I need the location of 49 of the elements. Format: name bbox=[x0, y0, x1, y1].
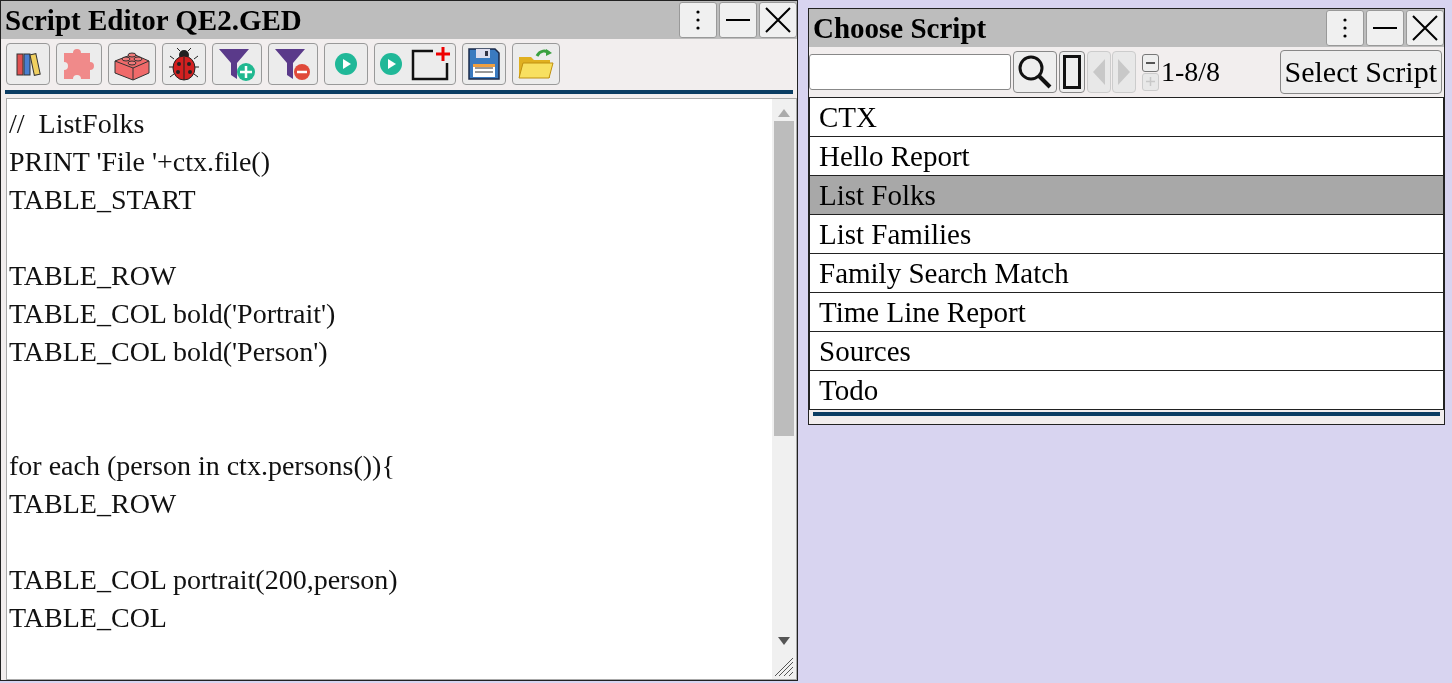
search-icon bbox=[1017, 54, 1053, 90]
save-button[interactable] bbox=[462, 43, 506, 85]
minus-icon bbox=[1146, 61, 1155, 64]
remove-filter-button[interactable] bbox=[268, 43, 318, 85]
scrollbar-thumb[interactable] bbox=[774, 121, 794, 436]
debug-button[interactable] bbox=[162, 43, 206, 85]
minimize-button[interactable] bbox=[719, 2, 757, 38]
brick-button[interactable] bbox=[108, 43, 156, 85]
rectangle-icon bbox=[1063, 55, 1081, 89]
minimize-button[interactable] bbox=[1366, 10, 1404, 46]
add-filter-button[interactable] bbox=[212, 43, 262, 85]
minimize-icon bbox=[726, 18, 750, 22]
filter-remove-icon bbox=[273, 46, 313, 82]
close-button[interactable] bbox=[759, 2, 797, 38]
script-list-item[interactable]: Sources bbox=[810, 332, 1443, 371]
script-list-item[interactable]: Todo bbox=[810, 371, 1443, 409]
ladybug-icon bbox=[169, 47, 199, 81]
script-list-item[interactable]: List Folks bbox=[810, 176, 1443, 215]
scrollbar[interactable] bbox=[772, 99, 796, 679]
more-icon bbox=[1343, 17, 1347, 39]
plus-icon bbox=[1146, 77, 1155, 86]
more-icon bbox=[696, 9, 700, 31]
close-icon bbox=[765, 7, 791, 33]
window-title: Choose Script bbox=[812, 11, 988, 45]
play-icon bbox=[379, 52, 403, 76]
script-list-item[interactable]: Time Line Report bbox=[810, 293, 1443, 332]
folder-icon bbox=[517, 47, 555, 81]
run-in-window-button[interactable] bbox=[374, 43, 456, 85]
scroll-down-icon bbox=[778, 637, 790, 645]
script-list-item[interactable]: CTX bbox=[810, 98, 1443, 137]
new-window-icon bbox=[411, 47, 451, 81]
toggle-button[interactable] bbox=[1059, 51, 1085, 93]
library-button[interactable] bbox=[6, 43, 50, 85]
close-button[interactable] bbox=[1406, 10, 1444, 46]
window-title: Script Editor QE2.GED bbox=[4, 3, 303, 37]
close-icon bbox=[1412, 15, 1438, 41]
search-field[interactable] bbox=[809, 54, 1011, 90]
play-icon bbox=[334, 52, 358, 76]
search-button[interactable] bbox=[1013, 51, 1057, 93]
puzzle-piece-icon bbox=[61, 47, 97, 81]
resize-grip-icon[interactable] bbox=[774, 657, 794, 677]
script-list-item[interactable]: Family Search Match bbox=[810, 254, 1443, 293]
script-list-item[interactable]: List Families bbox=[810, 215, 1443, 254]
page-count: 1-8/8 bbox=[1161, 56, 1221, 88]
minimize-icon bbox=[1373, 26, 1397, 30]
zoom-out-button[interactable] bbox=[1142, 53, 1159, 72]
scroll-up-icon bbox=[778, 109, 790, 117]
select-script-button[interactable]: Select Script bbox=[1279, 50, 1442, 94]
filter-add-icon bbox=[217, 46, 257, 82]
